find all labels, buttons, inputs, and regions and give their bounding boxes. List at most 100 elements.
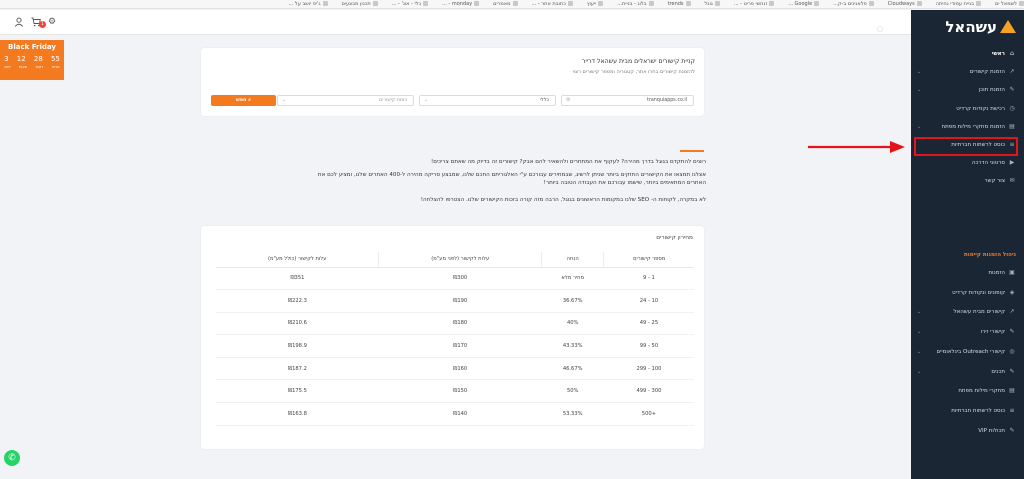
top-bar: 1 ⚙ ○ (0, 10, 911, 35)
bookmark-item[interactable]: כלי - אונ' - ... (392, 0, 428, 8)
search-card: קניית קישורים ישראלים מבית עשהאל דרייר ל… (201, 48, 704, 116)
sidebar-item[interactable]: ▶ סרטוני הדרכה (911, 157, 1024, 169)
table-cell: 53.33% (541, 402, 604, 426)
bookmark-item[interactable]: Cloudways (888, 0, 922, 8)
countdown-number: 55 (50, 55, 60, 63)
sidebar-item[interactable]: ▤ מחקרי מילות מפתח (911, 385, 1024, 397)
table-row: 10 - 24 36.67% ₪190 ₪222.3 (216, 289, 694, 313)
sidebar-item-label: כוסט לרשתות חברתיות (951, 407, 1005, 414)
sidebar-item[interactable]: ✎ תכנים ⌄ (911, 366, 1024, 378)
countdown-label: דקות (35, 65, 44, 69)
sidebar-item-icon: ✎ (1009, 328, 1015, 336)
table-cell: 10 - 24 (603, 289, 694, 313)
countdown-label: שניות (51, 65, 60, 69)
table-cell: ₪222.3 (216, 289, 379, 313)
sidebar-item[interactable]: ▣ הזמנות (911, 267, 1024, 279)
quantity-placeholder: כמות קישורים (379, 98, 407, 103)
sidebar-item-label: צור קשר (984, 178, 1005, 185)
search-button-label: חפש (235, 97, 247, 103)
black-friday-countdown[interactable]: Black Friday 3 12 28 55 שניות דקות שעות … (0, 40, 64, 80)
search-icon: ⌕ (248, 97, 252, 103)
annotation-highlight-box (914, 137, 1018, 156)
sidebar-item-icon: ↗ (1009, 68, 1015, 76)
sidebar-item-icon: ◷ (1009, 104, 1015, 112)
countdown-number: 3 (4, 55, 9, 63)
sidebar-item-label: רכישת נקודות קרדיט (956, 105, 1005, 112)
bookmark-item[interactable]: ג'יפ יושב על ... (289, 0, 328, 8)
sidebar-item[interactable]: ↗ הזמנת קישורים ⌄ (911, 66, 1024, 78)
bookmark-item[interactable]: גוגל (705, 0, 720, 8)
chevron-down-icon: ⌄ (917, 309, 922, 316)
sidebar-item[interactable]: ◷ רכישת נקודות קרדיט (911, 103, 1024, 115)
sidebar-item[interactable]: ✎ הזמנת תוכן ⌄ (911, 84, 1024, 96)
countdown-label: שעות (19, 65, 28, 69)
sidebar-item[interactable]: ✉ צור קשר (911, 175, 1024, 187)
table-cell: ₪163.8 (216, 402, 379, 426)
bookmark-item[interactable]: monday - ... (442, 0, 479, 8)
bookmark-item[interactable]: ייעוץ (587, 0, 603, 8)
chevron-down-icon: ⌄ (424, 97, 429, 103)
bookmark-item[interactable]: לשמאל ים (995, 0, 1024, 8)
sidebar-item-icon: ▤ (1009, 122, 1015, 130)
sidebar-item[interactable]: ✎ תכולות VIP (911, 425, 1024, 437)
sidebar-item-icon: ✎ (1009, 367, 1015, 375)
sidebar-item[interactable]: ≡ כוסט לרשתות חברתיות (911, 405, 1024, 417)
bookmark-item[interactable]: כתובת אתר - ... (532, 0, 573, 8)
table-row: 100 - 299 46.67% ₪160 ₪187.2 (216, 357, 694, 381)
bookmarks-bar: לשמאל ים בניית עמודי נחיתה Cloudways פלאגינ… (0, 0, 1024, 9)
user-icon[interactable] (14, 17, 24, 27)
bookmark-item[interactable]: בניית עמודי נחיתה (936, 0, 981, 8)
table-header-row: מספר קישורים הנחה עלות לקישור (לפני מע"מ… (216, 252, 694, 268)
pricing-table: מספר קישורים הנחה עלות לקישור (לפני מע"מ… (216, 252, 694, 426)
table-cell: ₪150 (378, 379, 542, 404)
sidebar-item-label: קופונים ונקודות קרדיט (952, 289, 1005, 296)
table-cell: ₪160 (378, 357, 542, 381)
bookmark-item[interactable]: בלוג - בניית... (617, 0, 653, 8)
search-button[interactable]: ⌕ חפש (211, 95, 276, 106)
sidebar-item-icon: ◈ (1009, 288, 1015, 296)
site-gear-icon: ⚙ (566, 97, 571, 103)
section-title-manage-orders: ניהול הזמנות קיימות (964, 252, 1016, 258)
table-cell: ₪180 (378, 312, 542, 336)
sidebar-item-label: סרטוני הדרכה (971, 160, 1005, 167)
bookmark-item[interactable]: trends (668, 0, 691, 8)
table-cell: 43.33% (541, 334, 604, 358)
sidebar-item[interactable]: ◈ קופונים ונקודות קרדיט (911, 287, 1024, 299)
bookmark-item[interactable]: Google ... (788, 0, 819, 8)
sidebar-item[interactable]: ↗ קישורים מבית עשהאל ⌄ (911, 306, 1024, 318)
sidebar-item-label: תכולות VIP (978, 427, 1005, 434)
bookmark-item[interactable]: פלאגינים ב-ק... (833, 0, 874, 8)
category-select[interactable]: כללי ⌄ (419, 95, 556, 106)
sidebar-item-label: מחקרי מילות מפתח (958, 388, 1005, 395)
sidebar-item-label: הזמנת מחקרי מילות מפתח (941, 123, 1005, 130)
quantity-input[interactable]: כמות קישורים ⌄ (277, 95, 414, 106)
table-cell: 50 - 99 (603, 334, 694, 358)
table-cell: 46.67% (541, 357, 604, 381)
sidebar-item[interactable]: ◎ קישורי Outreach בינלאומיים ⌄ (911, 346, 1024, 358)
sidebar-item[interactable]: ✎ קישורי זירו ⌄ (911, 326, 1024, 338)
sidebar-item[interactable]: ⌂ ראשי (911, 48, 1024, 60)
chevron-down-icon: ⌄ (917, 69, 922, 76)
table-cell: 40% (541, 312, 604, 336)
countdown-number: 12 (16, 55, 26, 63)
logo[interactable]: עשהאל (945, 18, 1016, 36)
chevron-down-icon: ⌄ (917, 368, 922, 375)
chevron-down-icon: ⌄ (917, 87, 922, 94)
table-row: 1 - 9 מחיר מלא ₪300 ₪351 (216, 267, 694, 291)
table-cell: מחיר מלא (541, 267, 604, 291)
sidebar-item-icon: ≡ (1009, 406, 1015, 414)
site-select[interactable]: tranquiapps.co.il ⚙ (561, 95, 694, 106)
table-cell: ₪210.6 (216, 312, 379, 336)
bookmark-item[interactable]: מאמרים (493, 0, 517, 8)
sidebar-item[interactable]: ▤ הזמנת מחקרי מילות מפתח ⌄ (911, 121, 1024, 133)
faint-icon: ○ (877, 25, 884, 33)
bookmark-item[interactable]: תכנון מבצעים (342, 0, 378, 8)
sidebar-item-label: הזמנת קישורים (969, 69, 1005, 76)
gear-icon[interactable]: ⚙ (47, 17, 57, 27)
bookmark-item[interactable]: זנחשי פריט - ... (734, 0, 774, 8)
whatsapp-chat-button[interactable]: ✆ (4, 450, 20, 466)
sidebar-item-label: קישורי Outreach בינלאומיים (936, 348, 1005, 355)
table-cell: ₪140 (378, 402, 542, 426)
column-header: עלות לקישור (כולל מע"מ) (216, 252, 380, 268)
category-select-value: כללי (539, 98, 549, 103)
